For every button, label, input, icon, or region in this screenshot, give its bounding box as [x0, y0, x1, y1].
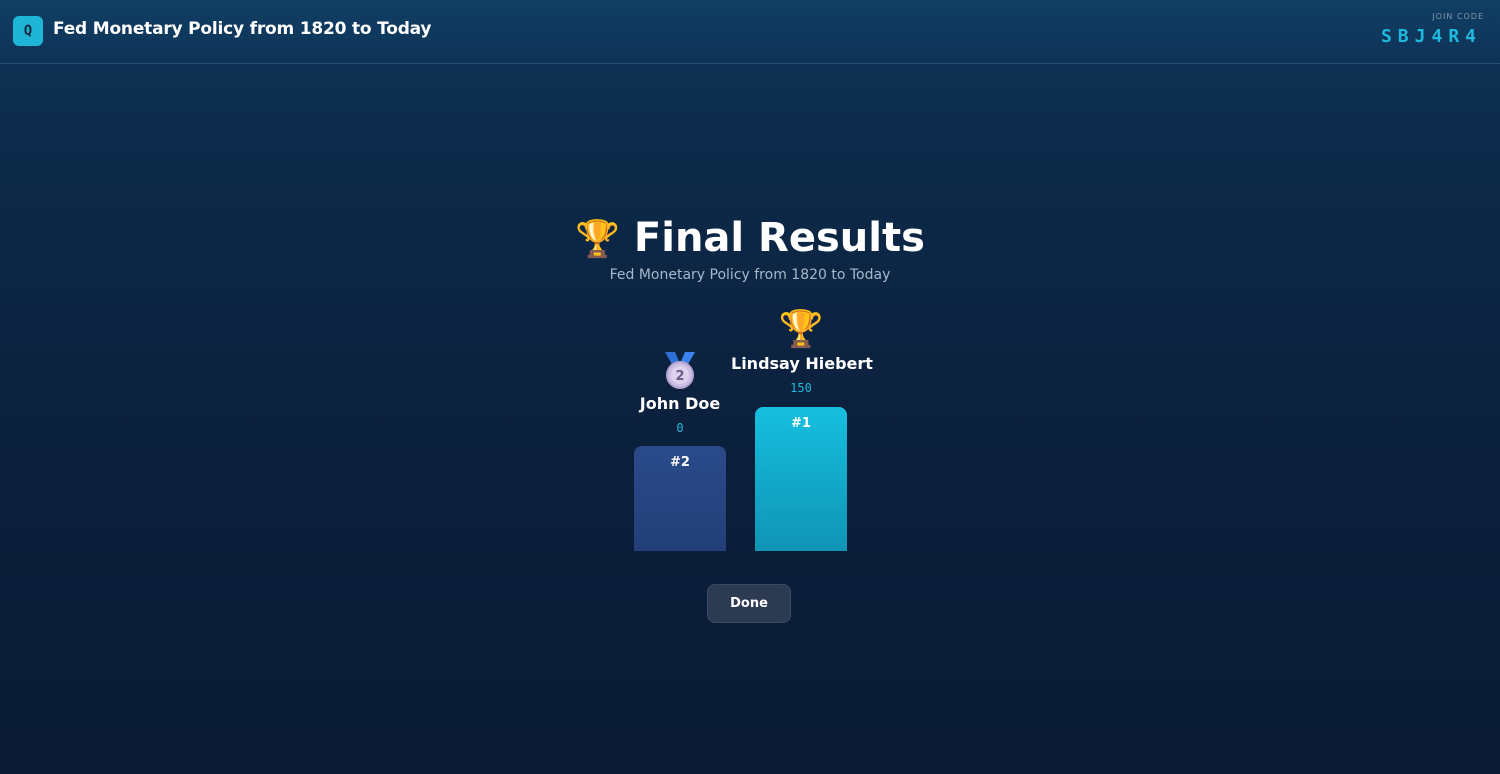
- podium-bar-first: #1: [755, 407, 847, 551]
- podium-bar-second: #2: [634, 446, 726, 551]
- app-logo: Q: [13, 16, 43, 46]
- player-name: Lindsay Hiebert: [731, 354, 873, 373]
- rank-label: #1: [791, 416, 811, 431]
- top-bar: Q Fed Monetary Policy from 1820 to Today…: [0, 0, 1500, 64]
- final-results-heading: 🏆 Final Results: [0, 215, 1500, 261]
- medal-number: 2: [675, 369, 684, 384]
- podium-first-place: 🏆 Lindsay Hiebert 150: [731, 309, 873, 396]
- trophy-icon: 🏆: [778, 309, 824, 350]
- rank-label: #2: [670, 455, 690, 470]
- join-code: SBJ4R4: [1380, 26, 1482, 47]
- podium-second-place: 2 John Doe 0: [610, 350, 750, 435]
- second-place-medal-icon: 2: [665, 352, 695, 389]
- trophy-icon: 🏆: [575, 219, 620, 260]
- done-button[interactable]: Done: [707, 584, 791, 623]
- final-results-title: Final Results: [633, 215, 925, 261]
- join-code-label: JOIN CODE: [1432, 12, 1484, 21]
- player-score: 0: [676, 421, 684, 435]
- quiz-title: Fed Monetary Policy from 1820 to Today: [53, 19, 432, 39]
- player-score: 150: [790, 381, 812, 395]
- player-name: John Doe: [639, 394, 721, 413]
- results-subtitle: Fed Monetary Policy from 1820 to Today: [609, 267, 891, 283]
